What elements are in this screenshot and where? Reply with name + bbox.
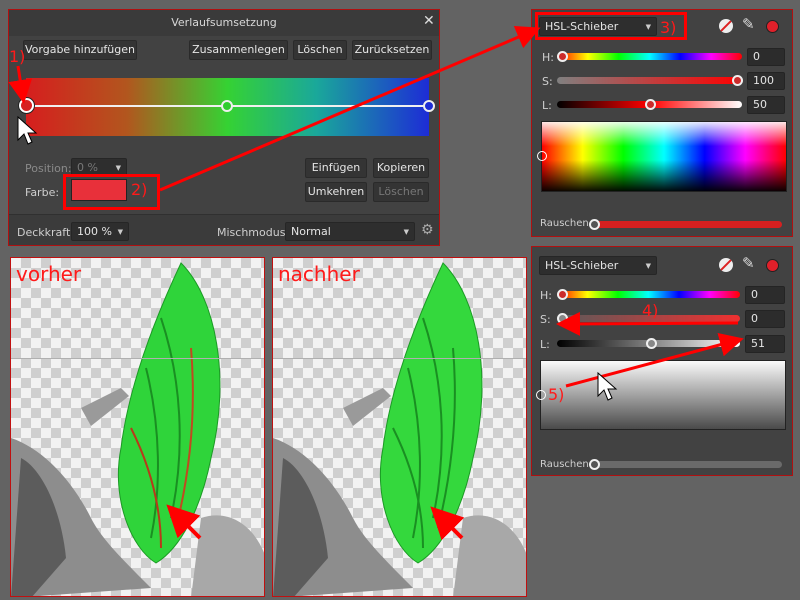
- color-panel-top: HSL-Schieber ▼ ✎ H: 0 S: 100 L: 50 Rausch…: [531, 9, 793, 237]
- gradient-map-panel: Verlaufsumsetzung ✕ Vorgabe hinzufügen Z…: [8, 9, 440, 246]
- merge-button[interactable]: Zusammenlegen: [189, 40, 288, 60]
- after-preview: [272, 257, 527, 597]
- mouse-cursor-icon: [17, 116, 38, 145]
- saturation-label: S:: [540, 313, 551, 326]
- highlight-color-swatch: [63, 174, 160, 210]
- annotation-step-1: 1): [9, 47, 26, 66]
- angel-wing-image: [11, 262, 264, 596]
- noise-knob[interactable]: [589, 219, 600, 230]
- saturation-knob[interactable]: [557, 313, 568, 324]
- lightness-label: L:: [540, 338, 550, 351]
- panel-title-bar: Verlaufsumsetzung ✕: [9, 10, 439, 36]
- noise-label: Rauschen: [540, 459, 589, 470]
- saturation-value-field[interactable]: 0: [745, 310, 785, 328]
- gradient-stop-blue[interactable]: [423, 100, 435, 112]
- color-label: Farbe:: [25, 186, 60, 199]
- add-preset-button[interactable]: Vorgabe hinzufügen: [23, 40, 137, 60]
- noise-slider[interactable]: [589, 459, 782, 470]
- delete-stop-button[interactable]: Löschen: [373, 182, 429, 202]
- eyedropper-icon[interactable]: ✎: [742, 15, 755, 33]
- hue-knob[interactable]: [557, 289, 568, 300]
- hue-slider[interactable]: [557, 289, 740, 300]
- hue-value-field[interactable]: 0: [745, 286, 785, 304]
- lightness-slider[interactable]: [557, 99, 742, 110]
- hue-label: H:: [540, 289, 552, 302]
- lightness-knob[interactable]: [645, 99, 656, 110]
- gradient-stop-red[interactable]: [19, 98, 34, 113]
- current-color-swatch[interactable]: [766, 259, 779, 272]
- hue-label: H:: [542, 51, 554, 64]
- lightness-slider[interactable]: [557, 338, 740, 349]
- saturation-knob[interactable]: [732, 75, 743, 86]
- hue-knob[interactable]: [557, 51, 568, 62]
- before-preview: [10, 257, 265, 597]
- hue-slider[interactable]: [557, 51, 742, 62]
- noise-slider[interactable]: [589, 219, 782, 230]
- annotation-step-5: 5): [548, 385, 565, 404]
- noise-label: Rauschen: [540, 218, 589, 229]
- gradient-stop-green[interactable]: [221, 100, 233, 112]
- highlight-mode-dropdown: [535, 12, 687, 40]
- delete-button[interactable]: Löschen: [293, 40, 347, 60]
- lightness-label: L:: [542, 99, 552, 112]
- lightness-value-field[interactable]: 50: [747, 96, 785, 114]
- lightness-value-field[interactable]: 51: [745, 335, 785, 353]
- panel-title: Verlaufsumsetzung: [171, 16, 277, 29]
- color-spectrum-field[interactable]: [541, 121, 787, 192]
- annotation-before: vorher: [16, 262, 82, 286]
- copy-button[interactable]: Kopieren: [373, 158, 429, 178]
- horizon-line: [273, 358, 526, 359]
- spectrum-cursor[interactable]: [537, 151, 547, 161]
- opacity-value: 100 %: [77, 225, 112, 238]
- current-color-swatch[interactable]: [766, 20, 779, 33]
- horizon-line: [11, 358, 264, 359]
- color-mode-value: HSL-Schieber: [545, 259, 619, 272]
- blend-mode-value: Normal: [291, 225, 331, 238]
- gear-icon[interactable]: ⚙: [421, 222, 434, 238]
- eyedropper-icon[interactable]: ✎: [742, 254, 755, 272]
- blend-mode-label: Mischmodus:: [217, 226, 290, 239]
- saturation-label: S:: [542, 75, 553, 88]
- color-panel-bottom: HSL-Schieber ▼ ✎ H: 0 S: 0 L: 51 Rauschen: [531, 246, 793, 476]
- annotation-step-4: 4): [642, 301, 659, 320]
- hue-value-field[interactable]: 0: [747, 48, 785, 66]
- panel-footer: Deckkraft: 100 % ▼ Mischmodus: Normal ▼ ⚙: [9, 214, 439, 245]
- no-color-icon[interactable]: [719, 258, 733, 272]
- blend-mode-dropdown[interactable]: Normal ▼: [285, 222, 415, 241]
- insert-button[interactable]: Einfügen: [305, 158, 367, 178]
- noise-knob[interactable]: [589, 459, 600, 470]
- close-icon[interactable]: ✕: [423, 13, 435, 29]
- spectrum-cursor[interactable]: [536, 390, 546, 400]
- no-color-icon[interactable]: [719, 19, 733, 33]
- saturation-slider[interactable]: [557, 75, 743, 86]
- chevron-down-icon: ▼: [117, 228, 123, 236]
- chevron-down-icon: ▼: [403, 228, 409, 236]
- saturation-value-field[interactable]: 100: [747, 72, 785, 90]
- angel-wing-image: [273, 262, 526, 596]
- reverse-button[interactable]: Umkehren: [305, 182, 367, 202]
- annotation-after: nachher: [278, 262, 360, 286]
- reset-button[interactable]: Zurücksetzen: [352, 40, 432, 60]
- mouse-cursor-icon: [597, 372, 618, 401]
- opacity-label: Deckkraft:: [17, 226, 74, 239]
- grayscale-field[interactable]: [540, 360, 786, 430]
- opacity-dropdown[interactable]: 100 % ▼: [71, 222, 129, 241]
- color-mode-dropdown[interactable]: HSL-Schieber ▼: [539, 256, 657, 275]
- gradient-bar[interactable]: [19, 78, 435, 136]
- chevron-down-icon: ▼: [645, 262, 651, 270]
- position-value: 0 %: [77, 161, 98, 174]
- lightness-knob[interactable]: [646, 338, 657, 349]
